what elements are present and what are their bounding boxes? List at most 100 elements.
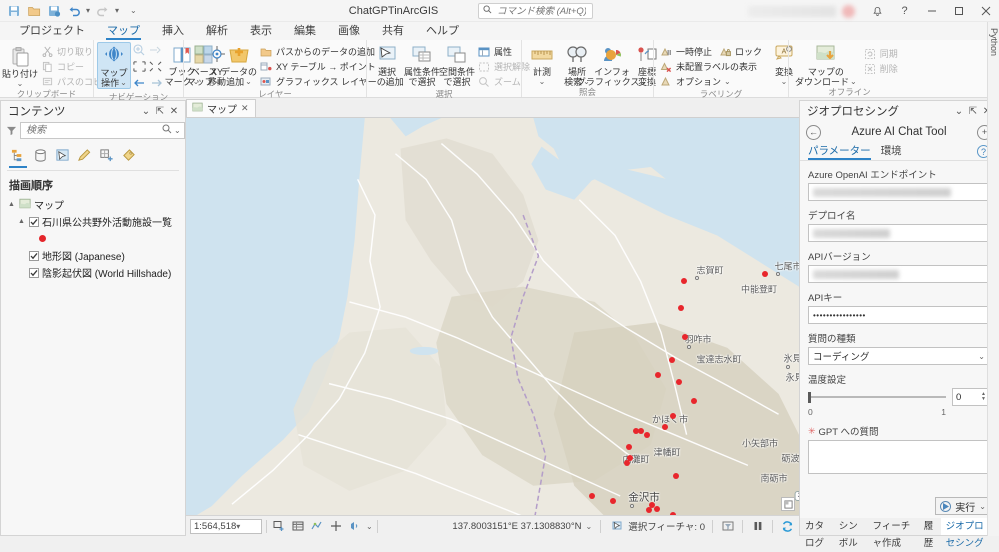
gpt-question-textarea[interactable] — [808, 440, 990, 474]
list-by-selection-icon[interactable] — [52, 146, 72, 166]
contents-pin-icon[interactable]: ⇱ — [153, 106, 167, 117]
selection-icon[interactable] — [609, 519, 624, 534]
point-symbol-red[interactable] — [39, 235, 46, 242]
slider-knob[interactable] — [808, 391, 811, 403]
list-by-labeling-icon[interactable] — [118, 146, 138, 166]
python-pane-tab[interactable]: Python — [989, 28, 999, 56]
map-tab[interactable]: マップ ✕ — [186, 99, 256, 117]
facility-point[interactable] — [638, 428, 644, 434]
contents-search-box[interactable]: ⌄ — [20, 122, 185, 139]
redo-icon[interactable] — [95, 3, 110, 18]
save-as-icon[interactable] — [46, 3, 61, 18]
map-overview-button[interactable] — [781, 497, 795, 511]
select-by-location-button[interactable]: 空間条件 で選択 — [439, 42, 475, 87]
facility-point[interactable] — [655, 372, 661, 378]
filter-icon[interactable] — [6, 124, 17, 138]
contents-search-input[interactable] — [24, 124, 162, 137]
basemap-dropdown-icon[interactable]: ⌄ — [215, 77, 222, 87]
ribbon-tab-edit[interactable]: 編集 — [283, 23, 327, 40]
facility-point[interactable] — [676, 379, 682, 385]
notifications-icon[interactable] — [864, 0, 891, 22]
tree-item-hillshade-layer[interactable]: 陰影起伏図 (World Hillshade) — [5, 264, 185, 281]
map-scale-selector[interactable]: 1:564,518 ▾ — [190, 518, 262, 534]
labeling-options-button[interactable]: オプション ⌄ — [657, 74, 766, 89]
list-by-snapping-icon[interactable] — [96, 146, 116, 166]
expander-icon[interactable]: ▲ — [7, 201, 16, 208]
select-by-attributes-button[interactable]: 属性条件 で選択 — [404, 42, 440, 87]
chevron-down-icon[interactable]: ⌄ — [586, 522, 593, 531]
facility-point[interactable] — [678, 305, 684, 311]
spinner-arrows-icon[interactable]: ▲ ▼ — [981, 392, 986, 402]
facility-point[interactable] — [589, 493, 595, 499]
remove-offline-button[interactable]: 削除 — [861, 61, 902, 76]
chevron-down-icon[interactable]: ▾ — [236, 522, 258, 531]
tree-item-symbol[interactable] — [5, 230, 185, 247]
facility-point[interactable] — [646, 507, 652, 513]
download-map-button[interactable]: マップの ダウンロード ⌄ — [792, 42, 860, 87]
pause-labeling-button[interactable]: 一時停止 — [657, 44, 716, 59]
contents-close-icon[interactable]: ✕ — [167, 106, 181, 117]
layer-checkbox[interactable] — [29, 216, 39, 227]
explore-button[interactable]: マップ 操作 ⌄ — [97, 42, 131, 89]
add-selection-icon[interactable] — [271, 519, 286, 534]
run-button[interactable]: 実行 ⌄ — [935, 497, 990, 515]
facility-point[interactable] — [682, 334, 688, 340]
display-filter-icon[interactable] — [720, 519, 735, 534]
paste-dropdown-icon[interactable]: ⌄ — [17, 79, 24, 88]
expander-icon[interactable]: ▲ — [17, 218, 26, 225]
ribbon-tab-map[interactable]: マップ — [96, 23, 151, 40]
previous-extent-icon[interactable] — [148, 43, 162, 60]
avatar[interactable] — [842, 4, 855, 18]
deployment-input[interactable] — [808, 224, 990, 242]
dock-tab-symbology[interactable]: シンボル — [834, 518, 868, 549]
facility-point[interactable] — [662, 424, 668, 430]
view-unplaced-labels-button[interactable]: 未配置ラベルの表示 — [657, 59, 766, 74]
contents-search-dropdown-icon[interactable]: ⌄ — [174, 126, 181, 135]
facility-point[interactable] — [669, 357, 675, 363]
layer-checkbox[interactable] — [29, 250, 39, 261]
measure-dropdown-icon[interactable]: ⌄ — [539, 77, 546, 86]
select-button[interactable]: 選択 ⌄ — [370, 42, 404, 86]
convert-labels-dropdown-icon[interactable]: ⌄ — [781, 77, 788, 86]
list-by-drawing-order-icon[interactable] — [8, 146, 28, 168]
map-canvas[interactable]: 志賀町 七尾市 中能登町 羽咋市 宝達志水町 氷見市 永見市 高岡市 射水市 富… — [186, 118, 799, 515]
list-by-editing-icon[interactable] — [74, 146, 94, 166]
chevron-down-icon[interactable]: ⌄ — [978, 352, 985, 361]
undo-icon[interactable] — [66, 3, 81, 18]
tree-item-topographic-layer[interactable]: 地形図 (Japanese) — [5, 247, 185, 264]
fixed-zoom-in-icon[interactable] — [132, 43, 146, 60]
back-arrow-icon[interactable]: ← — [806, 124, 821, 140]
refresh-icon[interactable] — [780, 519, 795, 534]
basemap-button[interactable]: ベース マップ ⌄ — [187, 42, 221, 87]
dock-tab-create-features[interactable]: フィーチャ作成 — [867, 518, 918, 549]
infographics-button[interactable]: インフォ グラフィックス ⌄ — [577, 42, 647, 87]
tree-item-facilities-layer[interactable]: ▲ 石川県公共野外活動施設一覧 — [5, 213, 185, 230]
geoprocessing-menu-icon[interactable]: ⌄ — [952, 106, 966, 117]
open-icon[interactable] — [26, 3, 41, 18]
sync-button[interactable]: 同期 — [861, 46, 902, 61]
help-icon[interactable]: ? — [891, 0, 918, 22]
zoom-fixed-icon[interactable] — [148, 60, 163, 76]
customize-quick-access-icon[interactable]: ⌄ — [130, 6, 137, 15]
temperature-spinner[interactable]: 0 ▲ ▼ — [952, 388, 990, 406]
api-key-input[interactable]: •••••••••••••••• — [808, 306, 990, 324]
facility-point[interactable] — [681, 278, 687, 284]
coordinate-icon[interactable] — [328, 519, 343, 534]
contents-menu-icon[interactable]: ⌄ — [139, 106, 153, 117]
snapping-icon[interactable] — [309, 519, 324, 534]
ribbon-tab-view[interactable]: 表示 — [239, 23, 283, 40]
facility-point[interactable] — [670, 413, 676, 419]
close-button[interactable] — [972, 0, 999, 22]
facility-point[interactable] — [654, 506, 660, 512]
undo-dropdown-icon[interactable]: ▾ — [86, 6, 90, 15]
minimize-button[interactable] — [918, 0, 945, 22]
tree-item-map[interactable]: ▲ マップ — [5, 196, 185, 213]
labeling-options-dropdown-icon[interactable]: ⌄ — [724, 77, 731, 86]
facility-point[interactable] — [673, 473, 679, 479]
lock-labels-button[interactable]: ロック — [716, 44, 766, 59]
ribbon-tab-analysis[interactable]: 解析 — [195, 23, 239, 40]
chevron-down-icon[interactable]: ⌄ — [366, 522, 373, 531]
ribbon-tab-share[interactable]: 共有 — [371, 23, 415, 40]
close-icon[interactable]: ✕ — [241, 103, 249, 114]
tab-parameters[interactable]: パラメーター — [808, 143, 871, 160]
